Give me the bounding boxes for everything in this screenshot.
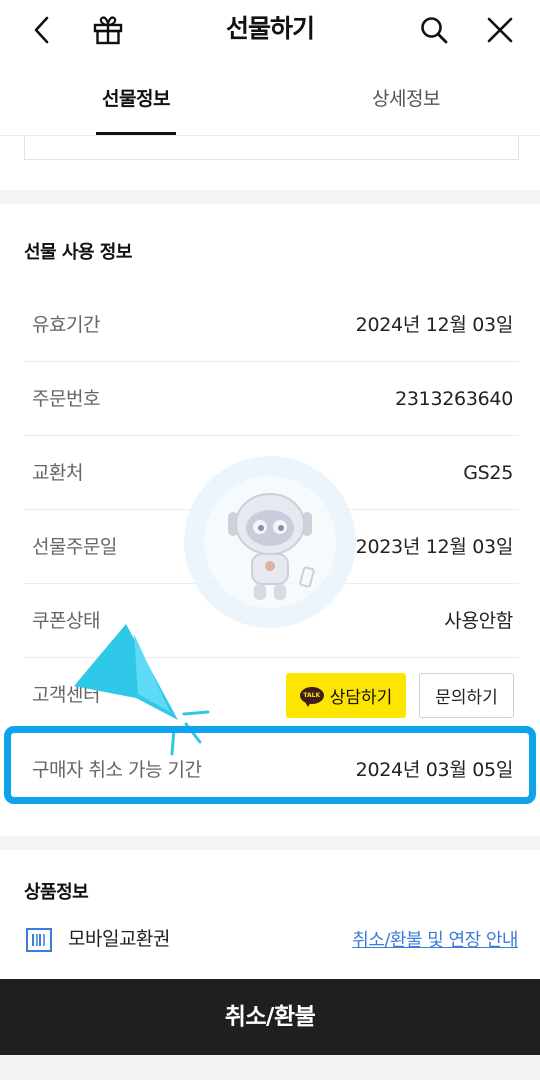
- system-nav-bar: [0, 1055, 540, 1080]
- tab-gift-info[interactable]: 선물정보: [86, 62, 186, 136]
- section-divider: [0, 190, 540, 204]
- info-row-order-number: 주문번호 2313263640: [24, 362, 519, 436]
- product-name: 모바일교환권: [68, 928, 170, 950]
- top-header: 선물하기: [0, 0, 540, 60]
- row-label: 선물주문일: [32, 536, 117, 558]
- row-value: 2024년 12월 03일: [355, 314, 514, 336]
- search-icon: [421, 17, 448, 44]
- info-row-order-date: 선물주문일 2023년 12월 03일: [24, 510, 519, 584]
- barcode-icon: [26, 928, 52, 952]
- gift-usage-title: 선물 사용 정보: [24, 242, 132, 263]
- cancel-refund-guide-link[interactable]: 취소/환불 및 연장 안내: [352, 926, 518, 952]
- back-button[interactable]: [20, 8, 64, 52]
- previous-card-bottom: [24, 136, 519, 160]
- row-label: 주문번호: [32, 388, 100, 410]
- kakao-talk-consult-button[interactable]: TALK 상담하기: [286, 673, 406, 718]
- search-button[interactable]: [412, 8, 456, 52]
- gift-app-screen: 선물하기 선물정보 상세정보 선물 사용 정보 유효기간 2024년 12월 0…: [0, 0, 540, 1080]
- row-value: 2313263640: [395, 388, 513, 410]
- tab-detail-info[interactable]: 상세정보: [356, 62, 456, 136]
- row-value: 2024년 03월 05일: [355, 759, 514, 781]
- close-button[interactable]: [478, 8, 522, 52]
- page-title: 선물하기: [225, 14, 315, 43]
- row-label: 유효기간: [32, 314, 100, 336]
- row-label: 교환처: [32, 462, 83, 484]
- active-tab-indicator: [96, 132, 176, 135]
- tab-bar: 선물정보 상세정보: [0, 62, 540, 136]
- product-info-title: 상품정보: [24, 882, 89, 903]
- row-value: 사용안함: [444, 610, 513, 632]
- close-icon: [487, 17, 513, 43]
- gift-icon: [93, 16, 123, 45]
- info-row-expiry: 유효기간 2024년 12월 03일: [24, 288, 519, 362]
- cursor-pointer-icon: [74, 624, 210, 756]
- gift-button[interactable]: [86, 8, 130, 52]
- cancel-refund-button[interactable]: 취소/환불: [0, 979, 540, 1055]
- row-value: 2023년 12월 03일: [355, 536, 514, 558]
- info-row-exchange-place: 교환처 GS25: [24, 436, 519, 510]
- consult-label: 상담하기: [329, 688, 393, 708]
- row-value: GS25: [463, 462, 513, 484]
- inquiry-button[interactable]: 문의하기: [419, 673, 514, 718]
- section-divider: [0, 836, 540, 850]
- chevron-left-icon: [34, 16, 49, 44]
- kakao-talk-icon: TALK: [299, 687, 324, 707]
